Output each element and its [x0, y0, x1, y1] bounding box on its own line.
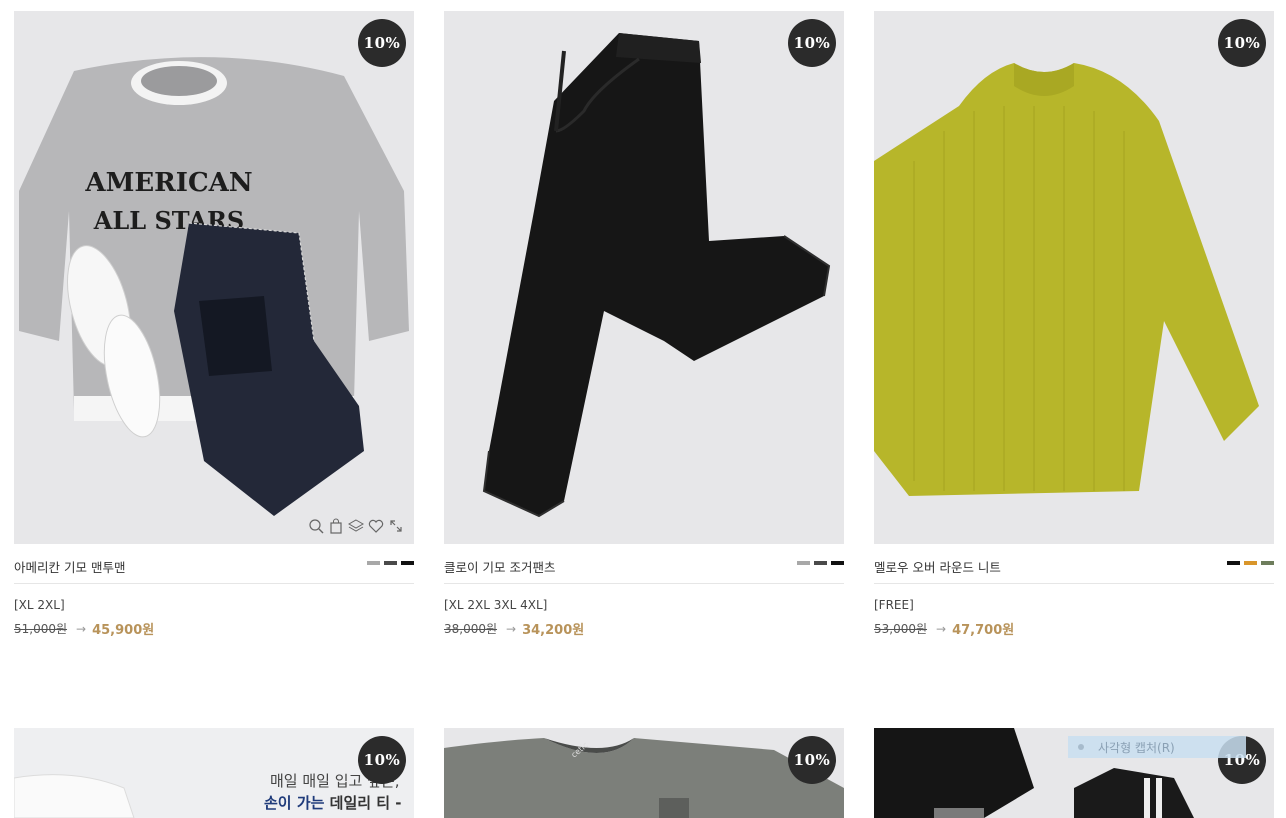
ad-text-highlight: 손이 가는 — [264, 794, 325, 812]
product-name[interactable]: 클로이 기모 조거팬츠 — [444, 557, 555, 576]
original-price: 38,000원 — [444, 622, 498, 636]
color-swatches — [367, 561, 414, 565]
layers-icon[interactable] — [347, 518, 365, 534]
knit-sweater-image — [874, 63, 1259, 496]
sale-price: 47,700원 — [952, 623, 1015, 638]
color-swatches — [797, 561, 844, 565]
original-price: 53,000원 — [874, 622, 928, 636]
sweatshirt-outfit-image: AMERICAN ALL STARS — [19, 57, 409, 516]
product-image[interactable]: 10% — [874, 11, 1274, 544]
product-sizes: [XL 2XL 3XL 4XL] — [444, 598, 548, 612]
heart-icon[interactable] — [368, 518, 384, 534]
expand-icon[interactable] — [388, 518, 404, 534]
discount-badge: 10% — [788, 19, 836, 67]
ad-text-rest: 데일리 티 - — [324, 794, 402, 812]
product-image[interactable]: 매일 매일 입고 싶은, 손이 가는 데일리 티 - 10% — [14, 728, 414, 818]
capture-dot-icon — [1078, 744, 1084, 750]
discount-badge: 10% — [358, 736, 406, 784]
quick-action-icons — [308, 518, 404, 534]
color-swatch — [1244, 561, 1257, 565]
discount-badge: 10% — [358, 19, 406, 67]
color-swatch — [401, 561, 414, 565]
color-swatch — [384, 561, 397, 565]
arrow-icon: → — [506, 621, 517, 636]
arrow-icon: → — [936, 621, 947, 636]
product-card[interactable]: AMERICAN ALL STARS 10% 아메리칸 기모 맨투맨 [XL 2… — [14, 11, 414, 638]
product-card[interactable]: 10% 멜로우 오버 라운드 니트 [FREE] 53,000원 → 47,70… — [874, 11, 1274, 638]
screen-capture-tooltip[interactable]: 사각형 캡처(R) — [1068, 736, 1246, 758]
color-swatch — [367, 561, 380, 565]
price-row: 51,000원 → 45,900원 — [14, 619, 414, 639]
arrow-icon: → — [76, 621, 87, 636]
color-swatch — [797, 561, 810, 565]
product-image[interactable]: AMERICAN ALL STARS 10% — [14, 11, 414, 544]
product-card[interactable]: cetic 10% — [444, 728, 844, 818]
product-name[interactable]: 아메리칸 기모 맨투맨 — [14, 557, 125, 576]
product-sizes: [XL 2XL] — [14, 598, 65, 612]
product-card[interactable]: 10% 클로이 기모 조거팬츠 [XL 2XL 3XL 4XL] 38,000원… — [444, 11, 844, 638]
price-row: 38,000원 → 34,200원 — [444, 619, 844, 639]
discount-badge: 10% — [788, 736, 836, 784]
product-sizes: [FREE] — [874, 598, 914, 612]
sale-price: 45,900원 — [92, 623, 155, 638]
color-swatch — [814, 561, 827, 565]
product-image[interactable]: 10% — [444, 11, 844, 544]
sale-price: 34,200원 — [522, 623, 585, 638]
discount-badge: 10% — [1218, 19, 1266, 67]
original-price: 51,000원 — [14, 622, 68, 636]
ad-text-line2: 손이 가는 데일리 티 - — [264, 792, 402, 813]
cart-icon[interactable] — [328, 518, 344, 534]
zoom-icon[interactable] — [308, 518, 324, 534]
price-row: 53,000원 → 47,700원 — [874, 619, 1274, 639]
color-swatch — [1227, 561, 1240, 565]
image-text-american: AMERICAN — [84, 168, 252, 198]
product-card[interactable]: 매일 매일 입고 싶은, 손이 가는 데일리 티 - 10% — [14, 728, 414, 818]
capture-label: 사각형 캡처(R) — [1098, 740, 1175, 755]
gray-tee-image: cetic — [444, 738, 844, 818]
jogger-pants-image — [482, 33, 831, 518]
product-name[interactable]: 멜로우 오버 라운드 니트 — [874, 557, 1001, 576]
color-swatch — [1261, 561, 1274, 565]
color-swatches — [1227, 561, 1274, 565]
product-image[interactable]: cetic 10% — [444, 728, 844, 818]
color-swatch — [831, 561, 844, 565]
